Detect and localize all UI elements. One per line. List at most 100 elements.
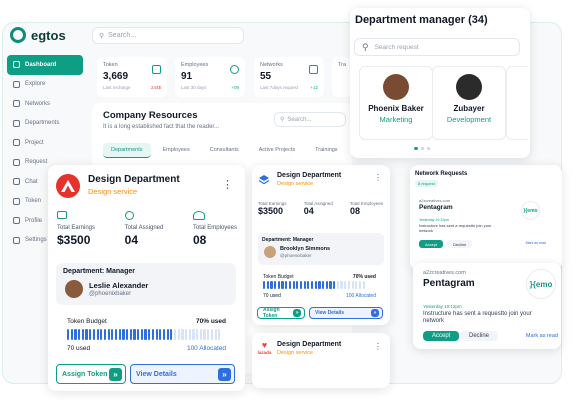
stat-card-partial[interactable]: Tra (332, 57, 352, 97)
progress-segment (67, 329, 70, 340)
assign-token-button[interactable]: Assign Token » (257, 307, 305, 319)
search-placeholder: Search... (287, 116, 312, 123)
decline-button[interactable]: Decline (460, 331, 499, 341)
carousel-dot[interactable] (427, 147, 430, 150)
network-title: Network Requests (415, 171, 468, 177)
view-details-button[interactable]: View Details » (309, 307, 383, 319)
manager-box: Department: Manager Leslie Alexander @ph… (56, 263, 236, 305)
company-logo: }{emo (526, 269, 556, 299)
stat-card-token[interactable]: Token 3,669 Last recharge 244$ (97, 57, 167, 97)
request-time: Yesterday 10:12pm (419, 218, 450, 222)
view-details-button[interactable]: View Details » (130, 364, 235, 384)
manager-name: Phoenix Baker (368, 104, 424, 113)
progress-segment (358, 281, 362, 289)
department-card-large[interactable]: Design Department Design service ⋮ Total… (48, 165, 245, 391)
assign-token-button[interactable]: Assign Token » (56, 364, 126, 384)
budget-allocated: 100 Allocated (186, 345, 226, 352)
network-request-popup[interactable]: a2zcreatives.com Pentagram }{emo Yesterd… (413, 263, 561, 349)
progress-segment (129, 329, 132, 340)
sidebar-item-label: Profile (25, 217, 43, 224)
company-logo: }{emo (521, 201, 540, 220)
progress-segment (307, 281, 310, 289)
department-card-third[interactable]: ♥ lazada Design Department Design servic… (252, 333, 390, 388)
progress-segment (173, 329, 177, 340)
progress-segment (144, 329, 147, 340)
progress-segment (288, 281, 291, 289)
stat-sub: Last 7days request +12 (260, 85, 318, 90)
progress-segment (333, 281, 336, 289)
search-icon: ⚲ (99, 32, 105, 40)
progress-segment (218, 329, 221, 340)
budget-progress-bar (67, 329, 221, 340)
request-company: Pentagram (419, 204, 453, 211)
arrow-icon: » (293, 309, 301, 317)
search-placeholder: Search request (374, 43, 419, 51)
progress-segment (118, 329, 121, 340)
smile-icon (230, 65, 239, 74)
progress-segment (263, 281, 266, 289)
progress-segment (140, 329, 143, 340)
sidebar-item-networks[interactable]: Networks (7, 94, 83, 114)
stat-card-networks[interactable]: Networks 55 Last 7days request +12 (254, 57, 324, 97)
tab-departments[interactable]: Departments (103, 143, 151, 158)
progress-segment (325, 281, 328, 289)
progress-segment (133, 329, 136, 340)
manager-card-partial[interactable] (506, 66, 528, 140)
department-stats: Total Earnings $3500 Total Assigned 04 T… (57, 211, 237, 247)
sidebar-item-dashboard[interactable]: Dashboard (7, 55, 83, 75)
logo[interactable]: egtos (10, 27, 66, 43)
accept-button[interactable]: Accept (423, 331, 460, 341)
manager-role: Development (446, 115, 492, 124)
progress-segment (199, 329, 202, 340)
progress-segment (314, 281, 317, 289)
accept-button[interactable]: Accept (419, 240, 444, 248)
progress-segment (151, 329, 154, 340)
progress-segment (114, 329, 118, 340)
progress-segment (270, 281, 273, 289)
manager-card-phoenix[interactable]: Phoenix Baker Marketing (359, 66, 433, 140)
more-options-icon[interactable]: ⋮ (222, 178, 233, 191)
tab-active-projects[interactable]: Active Projects (251, 143, 303, 158)
resources-tabs: Departments Employees Consultants Active… (103, 143, 346, 158)
stat-card-employees[interactable]: Employees 91 Last 30 days +09 (175, 57, 245, 97)
carousel-dot[interactable] (421, 147, 424, 150)
progress-segment (159, 329, 162, 340)
global-search-input[interactable]: ⚲ Search... (92, 27, 244, 44)
progress-segment (137, 329, 140, 340)
progress-segment (355, 281, 358, 289)
department-name: Design Department (277, 172, 342, 179)
stat-sub-text: Last 30 days (181, 85, 207, 90)
stat-label: Total Earnings (57, 225, 96, 231)
sidebar-item-departments[interactable]: Departments (7, 114, 83, 134)
sidebar-item-project[interactable]: Project (7, 133, 83, 153)
sidebar-item-explore[interactable]: Explore (7, 75, 83, 95)
sidebar-item-label: Request (25, 159, 48, 166)
department-card-small[interactable]: Design Department Design service ⋮ Total… (252, 165, 390, 325)
department-type: Design service (88, 187, 138, 196)
manager-card-zubayer[interactable]: Zubayer Development (432, 66, 506, 140)
tab-employees[interactable]: Employees (155, 143, 198, 158)
progress-segment (155, 329, 158, 340)
tab-consultants[interactable]: Consultants (202, 143, 247, 158)
request-site: a2zcreatives.com (423, 270, 466, 276)
gear-icon (13, 236, 20, 244)
manager-heading: Department: Manager (63, 268, 135, 275)
heart-icon: ♥ (261, 340, 268, 350)
more-options-icon[interactable]: ⋮ (374, 173, 382, 182)
mark-read-link[interactable]: Mark as read (526, 241, 546, 245)
button-label: View Details (136, 370, 177, 378)
stat-label: Total Assigned (124, 225, 164, 231)
tab-trainings[interactable]: Trainings (307, 143, 345, 158)
network-requests-card: Network Requests 8 request a2zcreatives.… (410, 165, 562, 270)
more-options-icon[interactable]: ⋮ (374, 342, 382, 351)
resources-search-input[interactable]: ⚲ Search... (274, 112, 346, 127)
progress-segment (277, 281, 280, 289)
mark-read-link[interactable]: Mark as read (526, 333, 558, 339)
decline-button[interactable]: Decline (447, 240, 473, 248)
manager-name: Zubayer (453, 104, 485, 113)
manager-search-input[interactable]: ⚲ Search request (354, 38, 520, 56)
manager-handle: @phoenixbaker (280, 253, 312, 258)
carousel-dot[interactable] (414, 147, 418, 150)
sidebar-item-label: Dashboard (25, 61, 57, 68)
budget-used: 70 used (263, 293, 281, 299)
